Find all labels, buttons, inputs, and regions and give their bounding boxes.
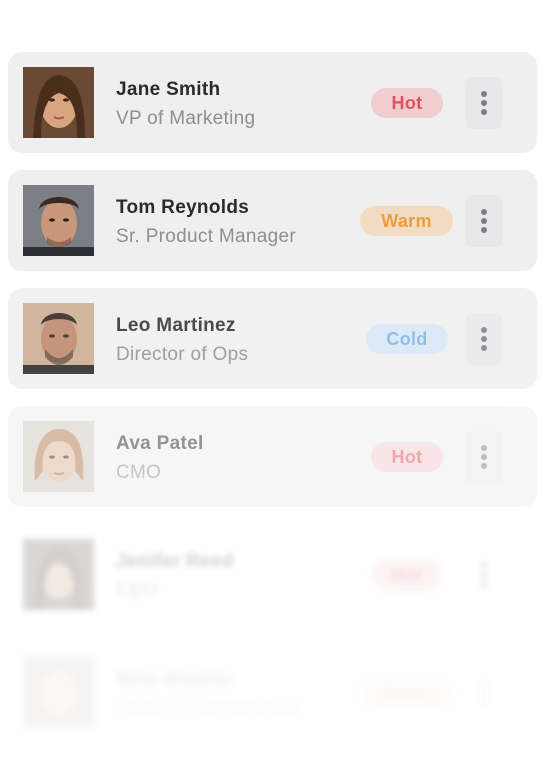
more-options-button[interactable] <box>466 667 502 719</box>
contact-card[interactable]: Jenifer Reed CEO Hot <box>8 524 537 625</box>
contact-name: Jane Smith <box>116 79 221 100</box>
status-badge: Hot <box>371 560 443 590</box>
status-badge: Hot <box>371 88 443 118</box>
status-badge: Warm <box>360 206 453 236</box>
contact-card[interactable]: Jane Smith VP of Marketing Hot <box>8 52 537 153</box>
more-options-button[interactable] <box>466 313 502 365</box>
contact-title: VP of Marketing <box>116 108 256 129</box>
contact-name: Tom Reynolds <box>116 197 250 218</box>
avatar <box>23 421 94 492</box>
contact-card[interactable]: Leo Martinez Director of Ops Cold <box>8 288 537 389</box>
status-badge: Hot <box>371 442 443 472</box>
contact-title: Sr. Product Manager <box>116 226 296 247</box>
status-badge: Cold <box>366 324 448 354</box>
avatar <box>23 67 94 138</box>
contact-name: Ava Patel <box>116 433 204 454</box>
more-options-button[interactable] <box>466 77 502 129</box>
contact-title: Director of Ops <box>116 344 249 365</box>
contact-title: Head of Partnerships <box>116 698 301 719</box>
status-badge: Warm <box>360 678 453 708</box>
avatar <box>23 185 94 256</box>
contact-card[interactable]: Tom Reynolds Sr. Product Manager Warm <box>8 170 537 271</box>
contact-title: CMO <box>116 462 162 483</box>
avatar <box>23 303 94 374</box>
avatar <box>23 539 94 610</box>
avatar <box>23 657 94 728</box>
contact-list: Jane Smith VP of Marketing Hot Tom Reyno… <box>0 0 543 765</box>
contact-card[interactable]: Ava Patel CMO Hot <box>8 406 537 507</box>
contact-name: Nina Alvarez <box>116 669 233 690</box>
contact-title: CEO <box>116 580 159 601</box>
contact-card[interactable]: Nina Alvarez Head of Partnerships Warm <box>8 642 537 743</box>
more-options-button[interactable] <box>466 549 502 601</box>
more-options-button[interactable] <box>466 431 502 483</box>
more-options-button[interactable] <box>466 195 502 247</box>
contact-name: Leo Martinez <box>116 315 236 336</box>
contact-name: Jenifer Reed <box>116 551 234 572</box>
